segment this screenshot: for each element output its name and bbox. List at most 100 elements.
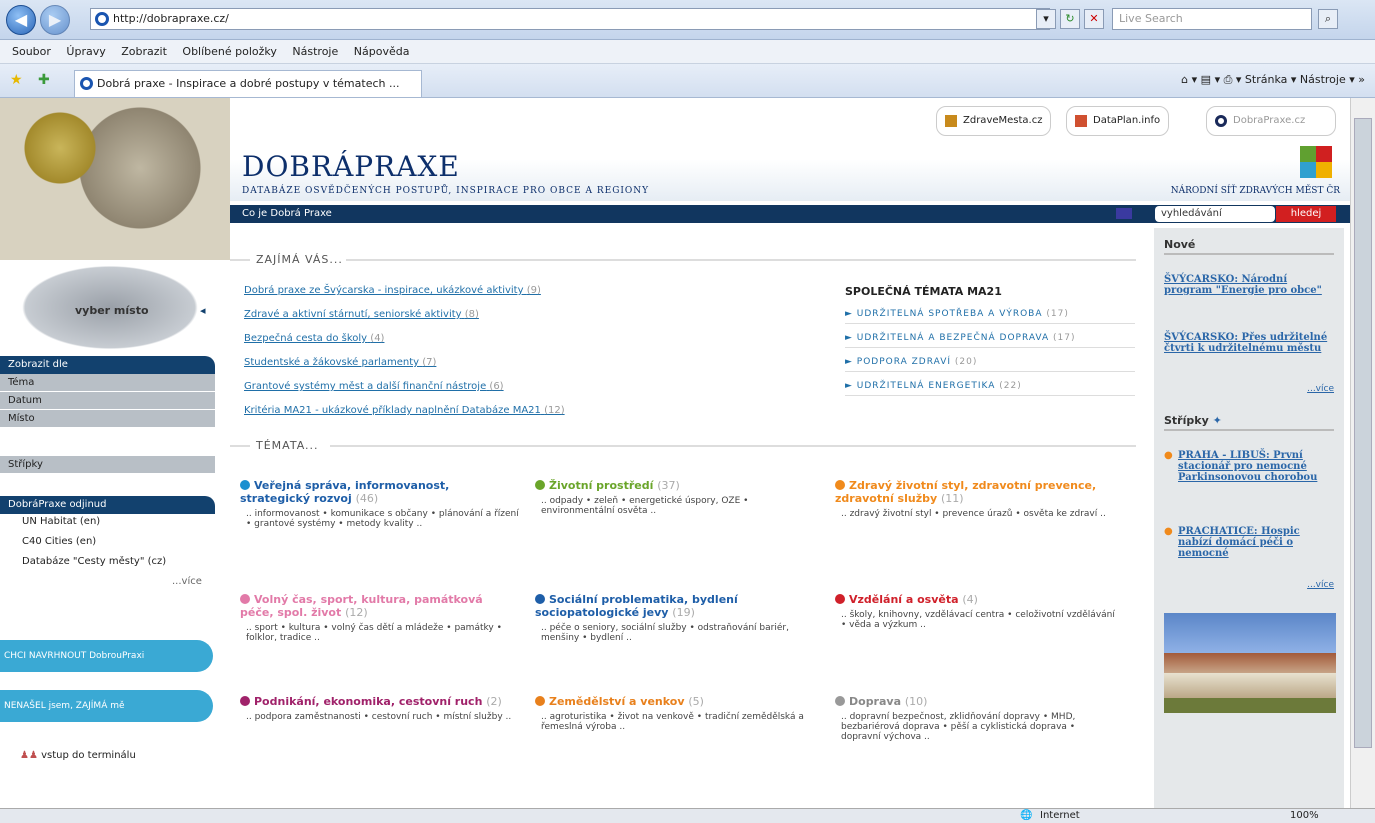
bullet-icon xyxy=(240,480,250,490)
menu-tools[interactable]: Nástroje xyxy=(292,45,338,58)
interest-link[interactable]: Grantové systémy měst a další finanční n… xyxy=(244,381,504,392)
menu-help[interactable]: Nápověda xyxy=(354,45,410,58)
topic-block[interactable]: Doprava (10).. dopravní bezpečnost, zkli… xyxy=(835,695,1115,742)
topic-block[interactable]: Životní prostředí (37).. odpady • zeleň … xyxy=(535,479,815,516)
bullet-icon: ● xyxy=(1164,450,1173,461)
print-icon[interactable]: ⎙ xyxy=(1224,73,1233,86)
site-tagline: DATABÁZE OSVĚDČENÝCH POSTUPŮ, INSPIRACE … xyxy=(242,186,650,196)
zdravemesta-icon xyxy=(945,115,957,127)
pin-icon: ✦ xyxy=(1212,414,1222,427)
menu-edit[interactable]: Úpravy xyxy=(66,45,105,58)
strip-link[interactable]: ● PRAHA - LIBUŠ: První stacionář pro nemo… xyxy=(1164,450,1334,483)
new-heading: Nové xyxy=(1164,238,1334,255)
status-bar: 🌐 Internet 100% xyxy=(0,808,1375,823)
link-un-habitat[interactable]: UN Habitat (en) xyxy=(22,516,100,527)
dropdown-button[interactable]: ▾ xyxy=(1036,9,1056,29)
suggest-button[interactable]: CHCI NAVRHNOUT DobrouPraxi xyxy=(0,640,213,672)
uk-flag-icon[interactable] xyxy=(1116,208,1132,219)
topic-block[interactable]: Vzdělání a osvěta (4).. školy, knihovny,… xyxy=(835,593,1115,630)
link-c40[interactable]: C40 Cities (en) xyxy=(22,536,96,547)
ext-link-dobrapraxe[interactable]: DobraPraxe.cz xyxy=(1206,106,1336,136)
top-nav: Co je Dobrá Praxe vyhledávání hledej xyxy=(230,205,1350,223)
address-bar: ◀ ▶ http://dobrapraxe.cz/ ▾ ↻ ✕ Live Sea… xyxy=(0,0,1375,40)
bullet-icon xyxy=(835,594,845,604)
filter-topic[interactable]: Téma xyxy=(0,374,215,392)
ma21-link[interactable]: ► PODPORA ZDRAVÍ (20) xyxy=(845,357,1135,372)
news-link[interactable]: ŠVÝCARSKO: Národní program "Energie pro … xyxy=(1164,274,1334,296)
strip-link[interactable]: ● PRACHATICE: Hospic nabízí domácí péči o… xyxy=(1164,526,1334,559)
link-cesty-mesty[interactable]: Databáze "Cesty městy" (cz) xyxy=(22,556,166,567)
search-button[interactable]: hledej xyxy=(1276,206,1336,222)
interest-link[interactable]: Dobrá praxe ze Švýcarska - inspirace, uk… xyxy=(244,285,541,296)
menu-file[interactable]: Soubor xyxy=(12,45,51,58)
display-by-header: Zobrazit dle xyxy=(0,356,215,374)
feeds-icon[interactable]: ▤ xyxy=(1201,73,1211,86)
command-bar: ⌂ ▾ ▤ ▾ ⎙ ▾ Stránka ▾ Nástroje ▾ » xyxy=(1181,73,1365,86)
topic-block[interactable]: Podnikání, ekonomika, cestovní ruch (2).… xyxy=(240,695,520,722)
menu-view[interactable]: Zobrazit xyxy=(121,45,167,58)
terminal-link[interactable]: ♟♟ vstup do terminálu xyxy=(20,750,136,761)
building-photo[interactable] xyxy=(1164,613,1336,713)
stop-icon[interactable]: ✕ xyxy=(1084,9,1104,29)
divider xyxy=(346,259,1136,261)
filter-date[interactable]: Datum xyxy=(0,392,215,410)
search-icon[interactable]: ⌕ xyxy=(1318,9,1338,29)
zoom-level[interactable]: 100% xyxy=(1290,809,1319,823)
topic-block[interactable]: Volný čas, sport, kultura, památková péč… xyxy=(240,593,520,643)
interest-link[interactable]: Zdravé a aktivní stárnutí, seniorské akt… xyxy=(244,309,479,320)
right-sidebar: Nové ŠVÝCARSKO: Národní program "Energie… xyxy=(1154,228,1344,808)
url-input[interactable]: http://dobrapraxe.cz/ xyxy=(90,8,1050,30)
bullet-icon xyxy=(535,480,545,490)
live-search-input[interactable]: Live Search xyxy=(1112,8,1312,30)
bullet-icon: ● xyxy=(1164,526,1173,537)
topic-block[interactable]: Veřejná správa, informovanost, strategic… xyxy=(240,479,520,529)
tab-current[interactable]: Dobrá praxe - Inspirace a dobré postupy … xyxy=(74,70,422,97)
map-label: vyber místo xyxy=(75,304,149,317)
not-found-button[interactable]: NENAŠEL jsem, ZAJÍMÁ mě xyxy=(0,690,213,722)
home-icon[interactable]: ⌂ xyxy=(1181,73,1188,86)
strips-link[interactable]: Střípky xyxy=(0,456,215,474)
page-menu[interactable]: Stránka xyxy=(1245,73,1287,86)
ma21-link[interactable]: ► UDRŽITELNÁ ENERGETIKA (22) xyxy=(845,381,1135,396)
site-logo[interactable]: DOBRÁPRAXE xyxy=(242,150,460,183)
tools-menu[interactable]: Nástroje xyxy=(1300,73,1346,86)
scroll-thumb[interactable] xyxy=(1354,118,1372,748)
topic-block[interactable]: Sociální problematika, bydlení sociopato… xyxy=(535,593,815,643)
filter-place[interactable]: Místo xyxy=(0,410,215,428)
menu-favorites[interactable]: Oblíbené položky xyxy=(182,45,277,58)
ma21-link[interactable]: ► UDRŽITELNÁ A BEZPEČNÁ DOPRAVA (17) xyxy=(845,333,1135,348)
forward-button[interactable]: ▶ xyxy=(40,5,70,35)
divider xyxy=(330,445,1136,447)
bullet-icon xyxy=(535,696,545,706)
favorites-star-icon[interactable]: ★ xyxy=(10,72,23,88)
nav-about[interactable]: Co je Dobrá Praxe xyxy=(242,208,332,219)
interest-link[interactable]: Bezpečná cesta do školy (4) xyxy=(244,333,384,344)
czech-map[interactable]: vyber místo ◂ xyxy=(10,260,210,355)
news-more-link[interactable]: ...více xyxy=(1307,384,1334,394)
topic-block[interactable]: Zdravý životní styl, zdravotní prevence,… xyxy=(835,479,1115,519)
zone-label: Internet xyxy=(1040,810,1080,821)
interest-link[interactable]: Studentské a žákovské parlamenty (7) xyxy=(244,357,436,368)
vertical-scrollbar[interactable] xyxy=(1350,98,1375,808)
ma21-link[interactable]: ► UDRŽITELNÁ SPOTŘEBA A VÝROBA (17) xyxy=(845,309,1135,324)
arrow-left-icon[interactable]: ◂ xyxy=(200,304,206,317)
more-link[interactable]: ...více xyxy=(172,576,202,587)
interest-link[interactable]: Kritéria MA21 - ukázkové příklady naplně… xyxy=(244,405,565,416)
network-label: NÁRODNÍ SÍŤ ZDRAVÝCH MĚST ČR xyxy=(1170,186,1340,196)
ext-link-zdravemesta[interactable]: ZdraveMesta.cz xyxy=(936,106,1052,136)
ma21-heading: SPOLEČNÁ TÉMATA MA21 xyxy=(845,285,1002,298)
site-search-input[interactable]: vyhledávání xyxy=(1155,206,1275,222)
topic-block[interactable]: Zemědělství a venkov (5).. agroturistika… xyxy=(535,695,815,732)
elsewhere-header: DobráPraxe odjinud xyxy=(0,496,215,514)
topics-heading: TÉMATA... xyxy=(230,439,319,452)
news-link[interactable]: ŠVÝCARSKO: Přes udržitelné čtvrti k udrž… xyxy=(1164,332,1334,354)
add-favorite-icon[interactable]: ✚ xyxy=(38,72,50,88)
bullet-icon xyxy=(835,480,845,490)
strips-more-link[interactable]: ...více xyxy=(1307,580,1334,590)
back-button[interactable]: ◀ xyxy=(6,5,36,35)
ie-tab-icon xyxy=(80,77,93,90)
bullet-icon xyxy=(240,696,250,706)
web-page: DOBRÁPRAXE DATABÁZE OSVĚDČENÝCH POSTUPŮ,… xyxy=(0,98,1350,808)
ext-link-dataplan[interactable]: DataPlan.info xyxy=(1066,106,1170,136)
refresh-icon[interactable]: ↻ xyxy=(1060,9,1080,29)
